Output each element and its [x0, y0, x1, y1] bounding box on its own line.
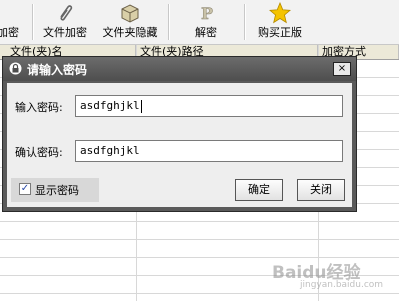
toolbar-separator — [244, 4, 246, 40]
toolbar-separator — [32, 4, 34, 40]
toolbar-folder-hide-label: 文件夹隐藏 — [102, 26, 158, 39]
password-label: 输入密码: — [15, 101, 63, 114]
password-input-value: asdfghjkl — [80, 99, 140, 112]
dialog-title-bar[interactable]: 请输入密码 × — [3, 57, 356, 81]
password-input[interactable]: asdfghjkl — [75, 95, 343, 117]
row-divider — [0, 239, 399, 240]
row-divider — [0, 293, 399, 294]
text-caret — [140, 99, 142, 113]
confirm-password-input-value: asdfghjkl — [80, 144, 140, 157]
lock-icon — [9, 62, 22, 75]
row-divider — [0, 221, 399, 222]
toolbar-file-encrypt-button[interactable]: 文件加密 — [38, 0, 92, 44]
show-password-option[interactable]: ✓ 显示密码 — [11, 178, 99, 202]
watermark-url: jingyan.baidu.com — [300, 280, 384, 290]
toolbar-decrypt-button[interactable]: P 解密 — [186, 0, 226, 44]
toolbar-buy-label: 购买正版 — [258, 26, 302, 39]
toolbar-buy-button[interactable]: 购买正版 — [254, 0, 306, 44]
dialog-close-button[interactable]: × — [333, 62, 351, 76]
close-button[interactable]: 关闭 — [297, 179, 345, 201]
package-icon — [121, 4, 139, 23]
confirm-password-label: 确认密码: — [15, 146, 63, 159]
password-dialog: 请输入密码 × 输入密码: asdfghjkl 确认密码: asdfghjkl … — [2, 56, 357, 212]
toolbar-encrypt-label: 加密 — [0, 26, 19, 39]
toolbar-separator — [168, 4, 170, 40]
star-icon — [269, 2, 291, 24]
toolbar-file-encrypt-label: 文件加密 — [43, 26, 87, 39]
show-password-checkbox[interactable]: ✓ — [19, 183, 31, 195]
toolbar-decrypt-label: 解密 — [195, 26, 217, 39]
svg-text:P: P — [201, 4, 213, 23]
ok-button[interactable]: 确定 — [235, 179, 283, 201]
confirm-password-input[interactable]: asdfghjkl — [75, 140, 343, 162]
decrypt-icon: P — [201, 4, 214, 24]
toolbar-encrypt-button[interactable]: 加密 — [0, 0, 28, 44]
close-icon: × — [337, 63, 347, 74]
paperclip-icon — [60, 5, 73, 21]
dialog-title: 请输入密码 — [27, 63, 88, 77]
toolbar: 加密 文件加密 文件夹隐藏 P 解密 购买正版 — [0, 0, 399, 45]
dialog-body: 输入密码: asdfghjkl 确认密码: asdfghjkl ✓ 显示密码 确… — [7, 83, 352, 207]
toolbar-folder-hide-button[interactable]: 文件夹隐藏 — [98, 0, 162, 44]
show-password-label: 显示密码 — [35, 184, 79, 197]
